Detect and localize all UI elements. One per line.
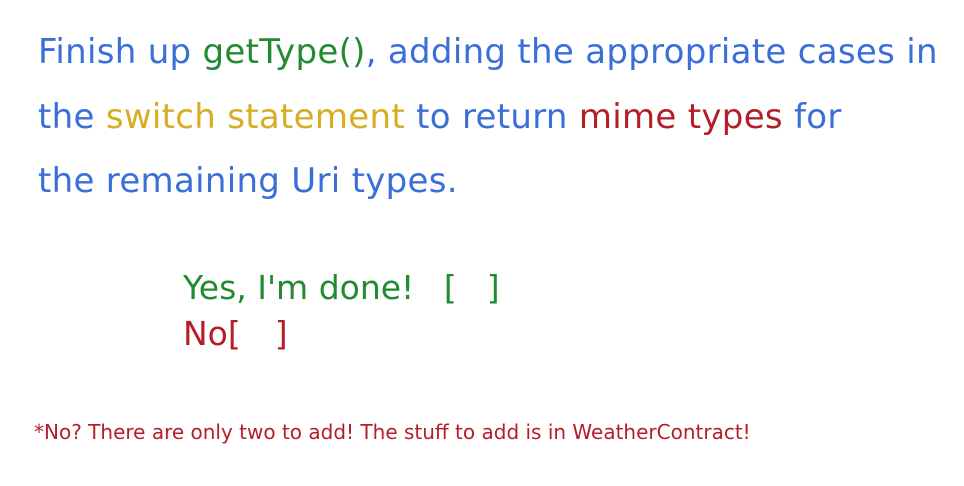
prompt-switch-statement: switch statement: [105, 97, 406, 137]
answer-no-checkbox[interactable]: []: [228, 314, 288, 354]
prompt-mime-types: mime types: [578, 97, 783, 137]
prompt-finish-up: Finish up: [38, 32, 203, 72]
quiz-slide: Finish up getType(), adding the appropri…: [0, 0, 964, 486]
answer-yes-checkbox[interactable]: []: [443, 268, 501, 308]
prompt-method-name: getType(): [202, 32, 366, 72]
answer-yes-label: Yes, I'm done!: [183, 268, 415, 307]
answer-options: Yes, I'm done! [] No[]: [183, 268, 501, 360]
prompt-line-3: the remaining Uri types.: [38, 161, 458, 201]
prompt-line-1-rest: , adding the appropriate cases in: [365, 32, 938, 72]
answer-yes: Yes, I'm done! []: [183, 268, 501, 314]
prompt-for: for: [782, 97, 842, 137]
answer-no-label: No: [183, 314, 228, 353]
answer-no: No[]: [183, 314, 501, 360]
prompt-line-1: Finish up getType(), adding the appropri…: [38, 32, 938, 72]
footnote-hint: *No? There are only two to add! The stuf…: [34, 420, 751, 444]
prompt-the: the: [38, 97, 106, 137]
prompt-line-2: the switch statement to return mime type…: [38, 97, 842, 137]
prompt-to-return: to return: [405, 97, 579, 137]
